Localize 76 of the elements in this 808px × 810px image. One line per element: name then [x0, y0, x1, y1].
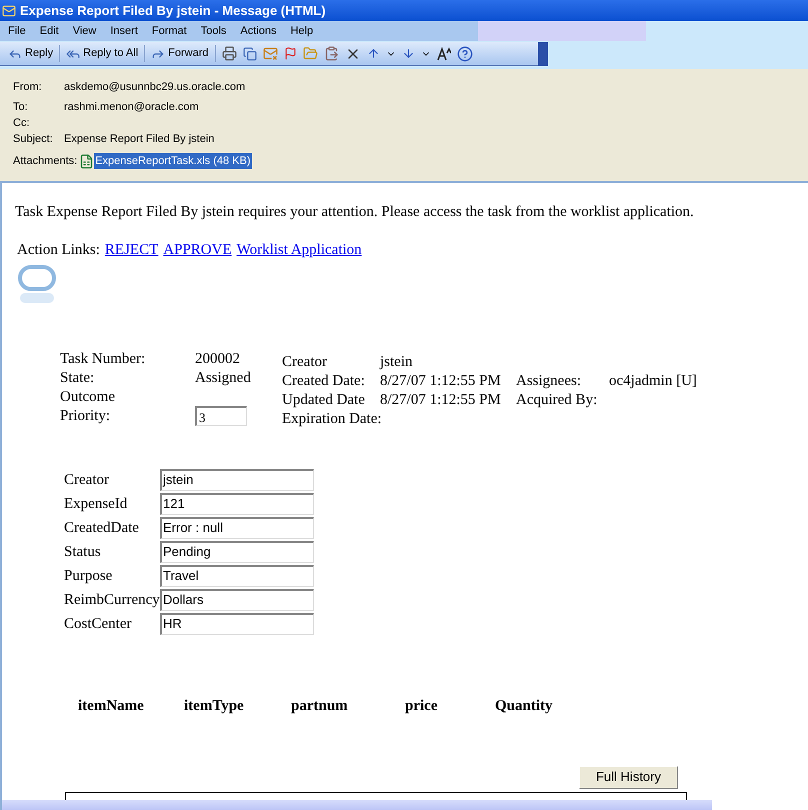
task-label: Updated Date	[282, 391, 366, 408]
task-value: 200002	[195, 350, 241, 367]
task-label: State:	[60, 369, 96, 386]
menu-item[interactable]: Format	[152, 22, 187, 40]
help-icon[interactable]	[456, 46, 472, 62]
intro-text: Task Expense Report Filed By jstein requires your attention. Please access the task from the worklist application.	[15, 203, 695, 222]
field-label: CreatedDate	[64, 518, 140, 538]
header-value: askdemo@usunnbc29.us.oracle.com	[64, 80, 246, 95]
task-value: jstein	[380, 353, 414, 370]
action-link[interactable]: REJECT	[104, 238, 158, 261]
input-field[interactable]: jstein	[160, 469, 314, 491]
header-label: Cc:	[13, 116, 30, 131]
menu-item[interactable]: View	[72, 22, 96, 40]
task-label: Outcome	[60, 388, 116, 405]
field-label: ExpenseId	[64, 494, 128, 514]
menu-item[interactable]: Help	[290, 22, 314, 40]
toolbar-button[interactable]: Reply	[8, 45, 60, 62]
attachment-link[interactable]: ExpenseReportTask.xls (48 KB)	[94, 152, 252, 170]
field-label: Purpose	[64, 566, 114, 586]
task-label: Task Number:	[60, 350, 146, 367]
task-label: Creator	[282, 353, 328, 370]
input-field[interactable]: HR	[160, 613, 314, 635]
full-history-button[interactable]: Full History	[579, 766, 678, 788]
task-label: Created Date:	[282, 372, 366, 389]
action-link[interactable]: APPROVE	[163, 238, 232, 261]
task-value: oc4jadmin [U]	[609, 372, 697, 389]
task-label: Priority:	[60, 407, 112, 424]
toolbar-button[interactable]: Forward	[151, 45, 216, 62]
field-label: Status	[64, 542, 102, 562]
menu-item[interactable]: Actions	[240, 22, 276, 40]
column-header: itemType	[184, 697, 245, 716]
field-label: ReimbCurrency	[64, 590, 160, 610]
column-header: Quantity	[495, 697, 554, 716]
task-value: Assigned	[195, 369, 252, 386]
font-size-icon[interactable]	[436, 46, 450, 60]
column-header: price	[405, 697, 438, 716]
up-arrow-icon[interactable]	[366, 47, 380, 60]
header-value: Expense Report Filed By jstein	[64, 132, 214, 147]
menu-item[interactable]: Edit	[40, 22, 59, 40]
task-value: 8/27/07 1:12:55 PM	[380, 391, 502, 408]
task-label: Expiration Date:	[282, 410, 380, 427]
priority-field[interactable]: 3	[195, 406, 247, 426]
printer-icon[interactable]	[222, 46, 236, 61]
action-label: Action Links:	[17, 240, 100, 260]
header-value: rashmi.menon@oracle.com	[64, 100, 199, 115]
flag-icon[interactable]	[284, 47, 296, 60]
logo-icon	[18, 265, 58, 303]
column-header: itemName	[78, 697, 145, 716]
task-value: 8/27/07 1:12:55 PM	[380, 372, 502, 389]
input-field[interactable]: Travel	[160, 565, 314, 587]
input-field[interactable]: Error : null	[160, 517, 314, 539]
field-label: Creator	[64, 470, 110, 490]
header-label: To:	[13, 100, 29, 115]
menu-item[interactable]: Insert	[110, 22, 138, 40]
field-label: CostCenter	[64, 614, 132, 634]
down-arrow-icon[interactable]	[402, 47, 414, 60]
horizontal-scrollbar[interactable]	[2, 800, 712, 810]
copy-icon[interactable]	[242, 46, 256, 60]
column-header: partnum	[291, 697, 349, 716]
input-field[interactable]: Dollars	[160, 589, 314, 611]
toolbar-overflow[interactable]	[538, 42, 548, 66]
input-field[interactable]: 121	[160, 493, 314, 515]
menu-item[interactable]: Tools	[200, 22, 226, 40]
header-label: From:	[13, 80, 43, 95]
task-label: Acquired By:	[516, 391, 598, 408]
window-title: Expense Report Filed By jstein - Message (HTML)	[20, 2, 326, 20]
attachments-label: Attachments:	[13, 154, 78, 169]
envelope-icon	[2, 4, 16, 18]
toolbar-button[interactable]: Reply to All	[66, 45, 146, 62]
action-link[interactable]: Worklist Application	[236, 238, 362, 261]
spreadsheet-icon	[79, 154, 94, 168]
menu-item[interactable]: File	[8, 22, 26, 40]
task-label: Assignees:	[516, 372, 582, 389]
move-icon[interactable]	[324, 46, 338, 61]
header-label: Subject:	[13, 132, 54, 147]
input-field[interactable]: Pending	[160, 541, 314, 563]
